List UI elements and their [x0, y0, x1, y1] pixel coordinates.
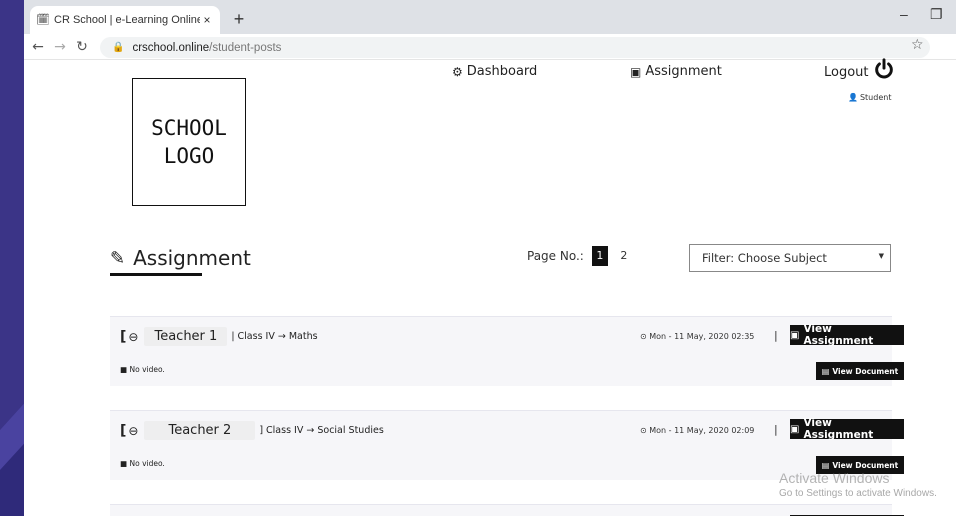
teacher-name: Teacher 2 [144, 421, 256, 440]
page-title: ✎ Assignment [110, 246, 251, 270]
separator: | [774, 329, 778, 342]
logo-line1: SCHOOL [151, 116, 227, 140]
activate-windows-subtitle: Go to Settings to activate Windows. [779, 488, 937, 499]
restore-button[interactable]: ❐ [930, 6, 943, 23]
subject-filter-select[interactable]: Filter: Choose Subject ▼ [689, 244, 891, 272]
post-date: ⊙ Mon - 11 May, 2020 02:09 [640, 426, 755, 435]
course-label: | Class IV → Maths [231, 331, 318, 342]
bracket: [ [120, 328, 127, 345]
chevron-down-icon: ▼ [878, 252, 884, 260]
view-assignment-button[interactable]: ▣ View Assignment [790, 323, 904, 347]
logout-button[interactable]: Logout [824, 58, 895, 80]
logo-line2: LOGO [163, 144, 215, 168]
view-assignment-label: View Assignment [803, 417, 874, 441]
page-1-button[interactable]: 1 [591, 246, 608, 266]
assignment-icon: ▣ [630, 64, 642, 79]
post-meta: [ ⊖ Teacher 1 | Class IV → Maths [120, 327, 318, 346]
pagination: Page No.: 1 2 [527, 246, 632, 266]
logout-label: Logout [824, 64, 869, 80]
post-meta: [ ⊖ Teacher 2 ] Class IV → Social Studie… [120, 421, 384, 440]
page-2-button[interactable]: 2 [616, 246, 632, 266]
view-assignment-label: View Assignment [803, 323, 874, 347]
pencil-icon: ✎ [110, 247, 126, 269]
document-icon: ▤ [821, 366, 830, 376]
minimize-button[interactable]: – [900, 6, 908, 22]
video-status-text: No video. [129, 365, 165, 374]
section-title-text: Assignment [133, 246, 251, 270]
bookmark-star-icon[interactable]: ☆ [911, 37, 924, 53]
url-field[interactable]: 🔒 crschool.online/student-posts [100, 37, 930, 58]
page-label: Page No.: [527, 249, 584, 263]
school-logo[interactable]: SCHOOL LOGO [132, 78, 246, 206]
browser-window: 🗓 CR School | e-Learning Online Sc × + –… [24, 0, 956, 516]
forward-icon[interactable]: → [50, 37, 70, 57]
bracket: [ [120, 422, 127, 439]
user-role: 👤 Student [848, 93, 891, 102]
reload-icon[interactable]: ↻ [72, 37, 92, 57]
view-document-button[interactable]: ▤ View Document [816, 362, 904, 380]
post-card: [ ⊖ Teacher 1 | Class IV → Maths ⊙ Mon -… [110, 316, 904, 386]
back-icon[interactable]: ← [28, 37, 48, 57]
user-circle-icon: ⊖ [128, 329, 139, 344]
power-icon [874, 58, 893, 79]
address-bar-row: ← → ↻ 🔒 crschool.online/student-posts ☆ [24, 34, 956, 60]
new-tab-button[interactable]: + [228, 8, 250, 30]
video-status: ■ No video. [120, 365, 165, 374]
course-label: ] Class IV → Social Studies [259, 425, 384, 436]
role-label: Student [859, 93, 892, 102]
lock-icon: 🔒 [112, 42, 125, 53]
activate-windows-title: Activate Windows [779, 470, 890, 486]
assignment-icon: ▣ [790, 423, 800, 435]
nav-assignment-label: Assignment [645, 64, 722, 79]
browser-tab[interactable]: 🗓 CR School | e-Learning Online Sc × [30, 6, 220, 34]
favicon-icon: 🗓 [36, 14, 50, 26]
nav-assignment[interactable]: ▣ Assignment [630, 64, 722, 79]
assignment-icon: ▣ [790, 329, 800, 341]
nav-dashboard[interactable]: ⚙ Dashboard [452, 64, 537, 79]
user-circle-icon: ⊖ [128, 423, 139, 438]
filter-label: Filter: Choose Subject [702, 251, 827, 265]
post-card: [ ⊖ Teacher 2 ] Class IV → Social Studie… [110, 410, 904, 480]
separator: | [774, 423, 778, 436]
post-date: ⊙ Mon - 11 May, 2020 02:35 [640, 332, 755, 341]
view-assignment-button[interactable]: ▣ View Assignment [790, 417, 904, 441]
document-icon: ▤ [821, 460, 830, 470]
url-path: /student-posts [209, 41, 282, 54]
view-document-label: View Document [832, 366, 899, 376]
title-bar: 🗓 CR School | e-Learning Online Sc × + –… [24, 0, 956, 34]
title-underline [110, 273, 202, 276]
video-status: ■ No video. [120, 459, 165, 468]
tab-title: CR School | e-Learning Online Sc [54, 14, 200, 26]
tab-close-icon[interactable]: × [200, 13, 214, 27]
dashboard-icon: ⚙ [452, 64, 463, 79]
post-card [110, 504, 904, 516]
view-document-label: View Document [832, 460, 899, 470]
page-content: SCHOOL LOGO ⚙ Dashboard ▣ Assignment Log… [24, 58, 956, 516]
teacher-name: Teacher 1 [144, 327, 228, 346]
video-status-text: No video. [129, 459, 165, 468]
url-host: crschool.online [132, 41, 210, 54]
user-icon: 👤 [848, 93, 858, 102]
nav-dashboard-label: Dashboard [466, 64, 538, 79]
